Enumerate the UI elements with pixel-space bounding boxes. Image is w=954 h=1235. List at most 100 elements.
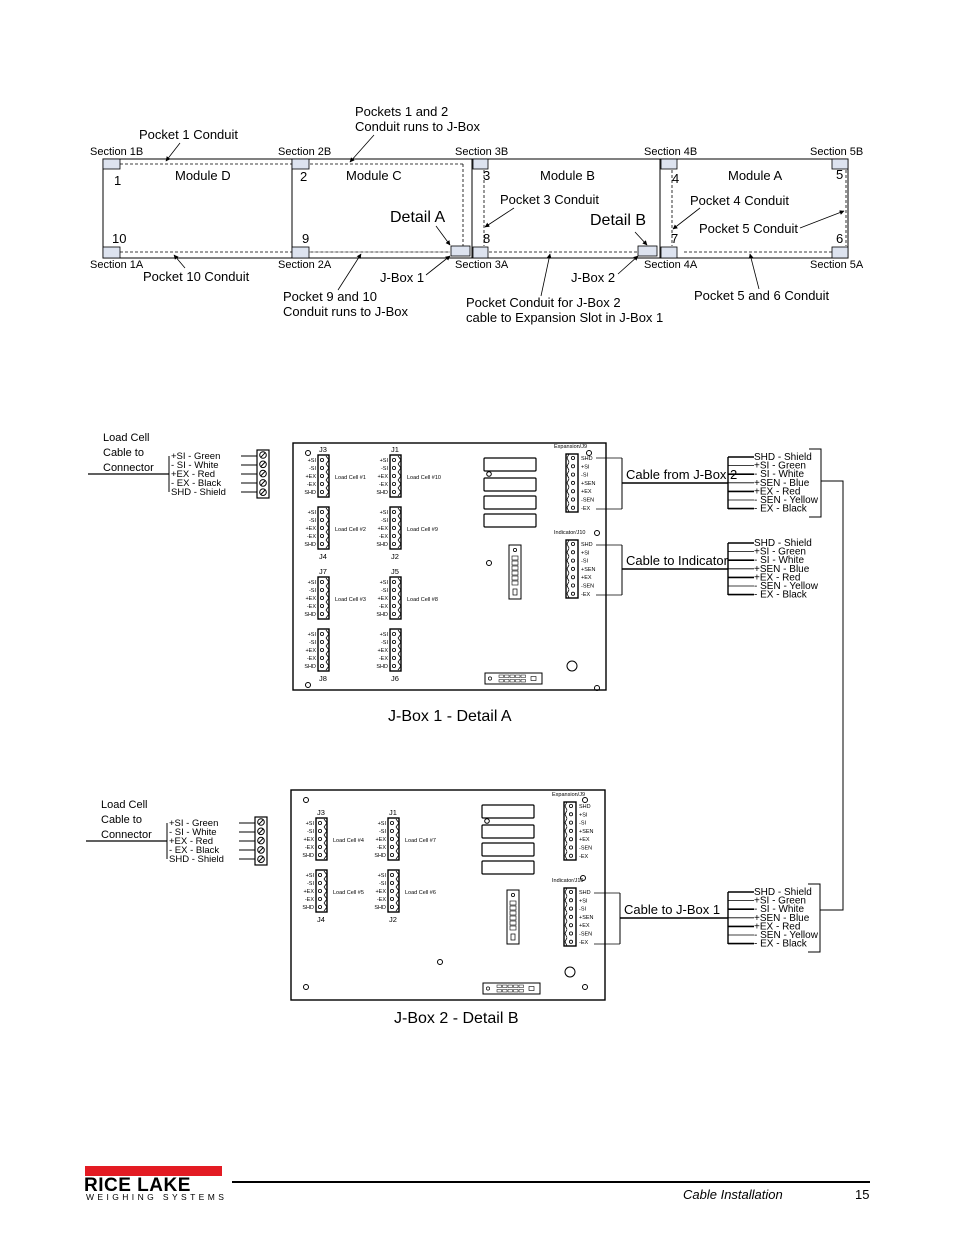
cable-wire-label: - EX - Black [754, 939, 808, 950]
load-cell-wire-label: SHD - Shield [169, 854, 224, 865]
pin-label: -SI [381, 640, 389, 646]
load-cell-label: Load Cell [103, 432, 149, 444]
load-cell-number: Load Cell #1 [335, 475, 366, 481]
load-cell-number: Load Cell #3 [335, 597, 366, 603]
section-4a-pad [660, 246, 678, 259]
connector-id: J1 [391, 445, 399, 454]
terminal-pin-label: -SI [581, 473, 589, 479]
load-cell-label: Load Cell [101, 799, 147, 811]
terminal-pin-label: -SEN [581, 498, 594, 504]
terminal-pin-label: +SEN [581, 567, 596, 573]
terminal-block [563, 801, 577, 861]
cable-label: Cable from J-Box 2 [626, 467, 737, 482]
pocket-number: 5 [836, 167, 843, 182]
pin-label: SHD [304, 490, 316, 496]
pocket-number: 8 [483, 231, 490, 246]
connector-id: J4 [319, 552, 327, 561]
pin-label: -SI [379, 829, 387, 835]
pin-label: SHD [304, 542, 316, 548]
pin-label: SHD [376, 612, 388, 618]
pocket-number: 1 [114, 173, 121, 188]
connector-id: J2 [391, 552, 399, 561]
pin-label: -SI [309, 466, 317, 472]
load-cell-label: Cable to [103, 447, 144, 459]
pin-label: SHD [374, 905, 386, 911]
pin-label: +SI [306, 821, 315, 827]
section-label: Section 4B [644, 146, 697, 158]
pin-label: +SI [306, 873, 315, 879]
callout-pocket5: Pocket 5 Conduit [699, 221, 798, 236]
pin-label: SHD [374, 853, 386, 859]
terminal-pin-label: -EX [581, 592, 591, 598]
pin-label: -EX [307, 604, 317, 610]
terminal-block [565, 453, 579, 513]
connector-id: J3 [317, 808, 325, 817]
pin-label: +SI [308, 458, 317, 464]
pocket-number: 3 [483, 168, 490, 183]
callout-jbox2-cable: Pocket Conduit for J-Box 2 [466, 295, 621, 310]
jbox1-detail: +SI -SI +EX -EX SHD J3 Load Cell #1 +SI -SI +EX -E… [88, 432, 822, 691]
connector-id: J3 [319, 445, 327, 454]
component-block [483, 513, 537, 528]
terminal-pin-label: -SEN [579, 846, 592, 852]
pin-label: SHD [376, 542, 388, 548]
pin-label: -EX [379, 604, 389, 610]
pin-label: +EX [305, 648, 316, 654]
terminal-pin-label: +SEN [581, 481, 596, 487]
section-4b-pad [660, 158, 678, 170]
pin-label: -EX [305, 845, 315, 851]
section-2a-pad [291, 246, 310, 259]
jbox-link-cable [820, 480, 844, 911]
edge-connector [482, 982, 541, 995]
footer-section-title: Cable Installation [683, 1187, 783, 1202]
load-cell-number: Load Cell #6 [405, 890, 436, 896]
terminal-pin-label: SHD [579, 804, 591, 810]
pin-label: +EX [377, 648, 388, 654]
cable-label: Cable to J-Box 1 [624, 902, 720, 917]
brand-tagline: WEIGHING SYSTEMS [86, 1192, 228, 1202]
pin-label: +EX [305, 474, 316, 480]
pin-label: -SI [381, 518, 389, 524]
pin-label: -EX [379, 656, 389, 662]
detail-b-label: Detail B [590, 212, 646, 229]
section-5a-pad [831, 246, 849, 259]
callout-jbox1: J-Box 1 [380, 270, 424, 285]
dip-switch [508, 544, 522, 600]
callout-pocket4: Pocket 4 Conduit [690, 193, 789, 208]
section-label: Section 5A [810, 259, 864, 271]
footer-rule [232, 1181, 870, 1183]
component-block [481, 842, 535, 857]
callout-jbox2: J-Box 2 [571, 270, 615, 285]
pin-label: SHD [376, 490, 388, 496]
section-3a-pad [472, 246, 489, 259]
pin-label: +EX [377, 526, 388, 532]
pin-label: -EX [377, 897, 387, 903]
callout-pocket1: Pocket 1 Conduit [139, 127, 238, 142]
section-label: Section 5B [810, 146, 863, 158]
pin-label: +EX [305, 596, 316, 602]
callout-pockets12: Conduit runs to J-Box [355, 119, 481, 134]
load-cell-number: Load Cell #2 [335, 527, 366, 533]
pin-label: -SI [309, 518, 317, 524]
jbox2-pad [637, 245, 658, 257]
section-2b-pad [291, 158, 310, 170]
load-cell-number: Load Cell #9 [407, 527, 438, 533]
jbox1-title: J-Box 1 - Detail A [388, 708, 512, 725]
terminal-pin-label: +SI [579, 898, 588, 904]
terminal-block-label: Expansion/J9 [552, 792, 585, 798]
callout-pockets910: Conduit runs to J-Box [283, 304, 409, 319]
terminal-pin-label: -EX [579, 854, 589, 860]
load-cell-number: Load Cell #4 [333, 838, 364, 844]
pocket-number: 9 [302, 231, 309, 246]
load-cell-number: Load Cell #10 [407, 475, 441, 481]
terminal-block-label: Indicator/J10 [552, 878, 584, 884]
terminal-pin-label: -SI [579, 821, 587, 827]
terminal-block-label: Expansion/J9 [554, 444, 587, 450]
component-block [483, 457, 537, 472]
terminal-pin-label: +SI [581, 550, 590, 556]
pin-label: +SI [308, 580, 317, 586]
section-1a-pad [102, 246, 121, 259]
section-label: Section 2A [278, 259, 332, 271]
terminal-block-label: Indicator/J10 [554, 530, 586, 536]
pin-label: +EX [303, 889, 314, 895]
